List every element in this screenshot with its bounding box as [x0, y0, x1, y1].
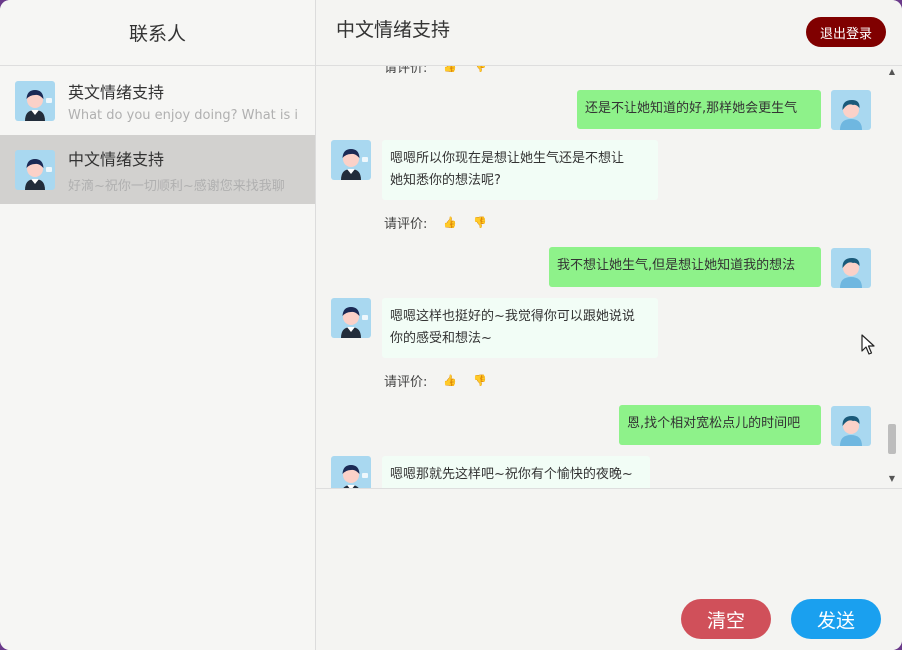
thumbs-down-icon[interactable]: 👎: [473, 374, 487, 387]
bot-message-line: 嗯嗯这样也挺好的~我觉得你可以跟她说说: [390, 309, 635, 324]
user-avatar: [831, 248, 871, 288]
bot-message-line: 嗯嗯所以你现在是想让她生气还是不想让: [390, 151, 625, 166]
scrollbar-thumb[interactable]: [888, 424, 896, 454]
chat-panel: 中文情绪支持 退出登录 请评价: 👍 👎 还是不让她知道的好,那样她会更生气 嗯…: [316, 0, 902, 650]
rating-label: 请评价:: [384, 217, 428, 232]
message-input[interactable]: [326, 499, 890, 598]
rating-label: 请评价:: [384, 375, 428, 390]
send-button[interactable]: 发送: [791, 599, 881, 639]
bot-avatar: [15, 81, 55, 121]
contact-preview: What do you enjoy doing? What is it: [68, 107, 298, 123]
contact-preview: 好滴~祝你一切顺利~感谢您来找我聊: [68, 178, 285, 194]
bot-avatar: [331, 298, 371, 338]
app-window: 联系人 英文情绪支持 What do you enjoy doing? What…: [0, 0, 902, 650]
thumbs-up-icon[interactable]: 👍: [443, 66, 457, 73]
contact-item-english[interactable]: 英文情绪支持 What do you enjoy doing? What is …: [0, 66, 315, 135]
chat-header: 中文情绪支持 退出登录: [316, 0, 902, 66]
thumbs-down-icon[interactable]: 👎: [473, 66, 487, 73]
sidebar: 联系人 英文情绪支持 What do you enjoy doing? What…: [0, 0, 316, 650]
mouse-cursor-icon: [861, 334, 875, 355]
bot-message: 嗯嗯那就先这样吧~祝你有个愉快的夜晚~: [382, 456, 650, 488]
scroll-up-arrow-icon[interactable]: ▲: [888, 68, 896, 76]
thumbs-down-icon[interactable]: 👎: [473, 216, 487, 229]
chat-title: 中文情绪支持: [336, 19, 451, 41]
rating-row: 请评价: 👍 👎: [384, 371, 487, 390]
scrollbar[interactable]: ▲ ▼: [886, 66, 898, 488]
user-message: 还是不让她知道的好,那样她会更生气: [577, 90, 821, 129]
contact-name: 中文情绪支持: [68, 149, 165, 169]
rating-label: 请评价:: [384, 66, 428, 76]
bot-avatar: [331, 140, 371, 180]
bot-message-line: 她知悉你的想法呢?: [390, 173, 501, 188]
input-area: 清空 发送: [316, 489, 902, 650]
bot-message-line: 你的感受和想法~: [390, 331, 492, 346]
bot-message: 嗯嗯这样也挺好的~我觉得你可以跟她说说 你的感受和想法~: [382, 298, 658, 358]
contact-name: 英文情绪支持: [68, 82, 165, 102]
thumbs-up-icon[interactable]: 👍: [443, 374, 457, 387]
logout-button[interactable]: 退出登录: [806, 17, 886, 47]
contact-item-chinese[interactable]: 中文情绪支持 好滴~祝你一切顺利~感谢您来找我聊: [0, 135, 315, 204]
rating-row: 请评价: 👍 👎: [384, 213, 487, 232]
clear-button[interactable]: 清空: [681, 599, 771, 639]
user-message: 我不想让她生气,但是想让她知道我的想法: [549, 247, 821, 287]
user-avatar: [831, 90, 871, 130]
bot-message: 嗯嗯所以你现在是想让她生气还是不想让 她知悉你的想法呢?: [382, 140, 658, 200]
rating-row: 请评价: 👍 👎: [384, 66, 487, 76]
bot-avatar: [15, 150, 55, 190]
user-avatar: [831, 406, 871, 446]
user-message: 恩,找个相对宽松点儿的时间吧: [619, 405, 821, 445]
bot-avatar: [331, 456, 371, 489]
sidebar-title: 联系人: [0, 0, 315, 66]
message-list[interactable]: 请评价: 👍 👎 还是不让她知道的好,那样她会更生气 嗯嗯所以你现在是想让她生气…: [316, 66, 902, 489]
scroll-down-arrow-icon[interactable]: ▼: [888, 475, 896, 483]
thumbs-up-icon[interactable]: 👍: [443, 216, 457, 229]
